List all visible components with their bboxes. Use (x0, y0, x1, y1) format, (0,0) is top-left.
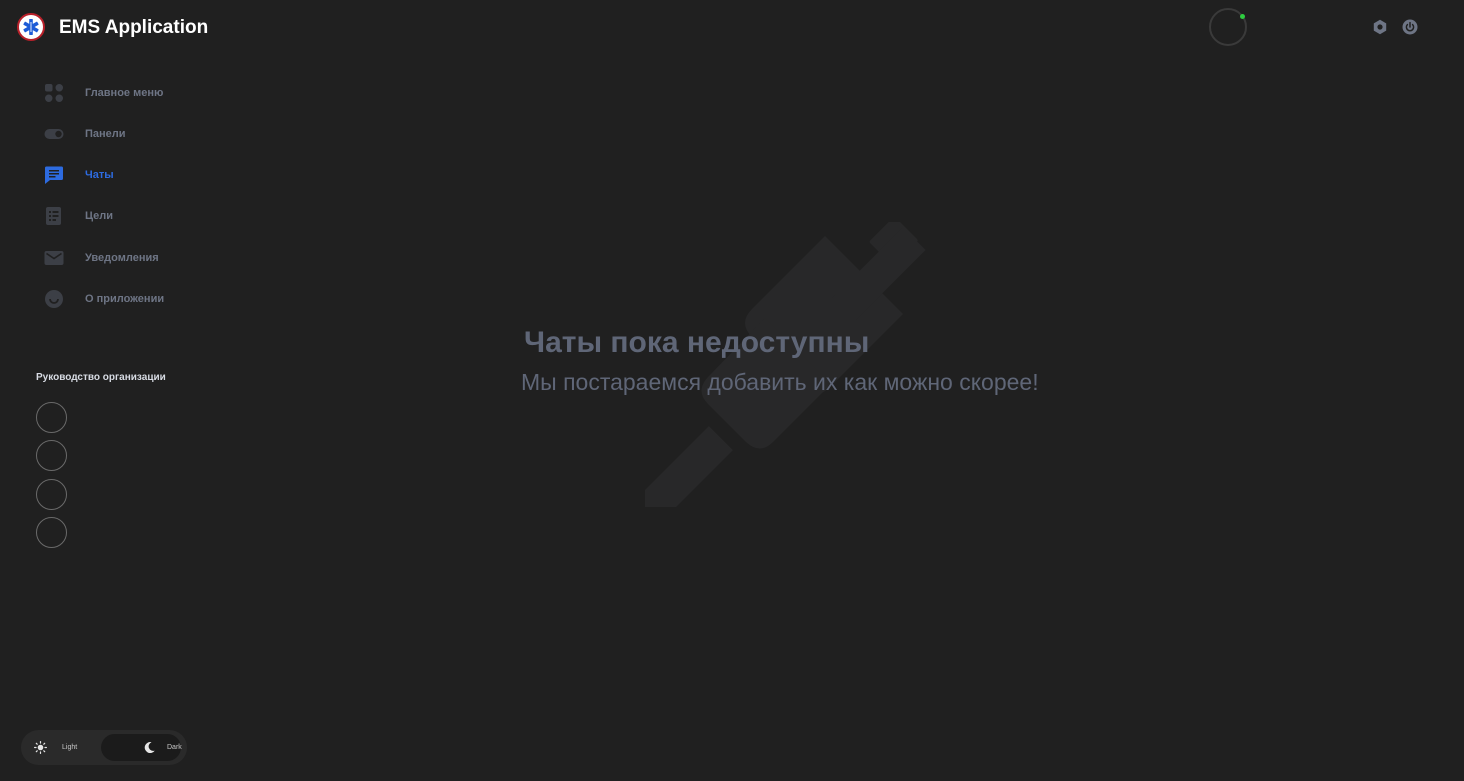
sidebar-item-label: Чаты (85, 169, 114, 181)
leader-avatar[interactable] (36, 517, 67, 548)
theme-light-label: Light (62, 744, 78, 751)
logout-button[interactable] (1402, 19, 1418, 35)
sun-icon (34, 741, 47, 754)
empty-state-title: Чаты пока недоступны (524, 326, 870, 359)
settings-icon (1373, 19, 1387, 35)
theme-dark-label: Dark (167, 744, 182, 751)
leader-avatar[interactable] (36, 479, 67, 510)
leader-avatar[interactable] (36, 440, 67, 471)
online-status-dot (1240, 14, 1245, 19)
sidebar-item-label: Главное меню (85, 87, 164, 99)
theme-toggle: Light Dark (21, 730, 187, 765)
settings-button[interactable] (1372, 19, 1388, 35)
sidebar-item-goals[interactable]: Цели (44, 205, 214, 227)
app-title: EMS Application (59, 17, 209, 38)
sidebar-item-label: Уведомления (85, 252, 159, 264)
sidebar-item-notifications[interactable]: Уведомления (44, 247, 214, 269)
theme-option-dark[interactable]: Dark (101, 734, 182, 761)
sidebar-item-chats[interactable]: Чаты (44, 164, 214, 186)
star-of-life-icon (23, 19, 39, 35)
sidebar-item-main-menu[interactable]: Главное меню (44, 82, 214, 104)
grid-icon (44, 83, 64, 103)
ems-logo[interactable] (17, 13, 45, 41)
sidebar-item-label: Панели (85, 128, 126, 140)
toggle-icon (44, 124, 64, 144)
theme-option-light[interactable]: Light (25, 734, 105, 761)
sidebar-item-label: О приложении (85, 293, 165, 305)
checklist-icon (44, 206, 64, 226)
empty-state-subtitle: Мы постараемся добавить их как можно ско… (521, 369, 1039, 395)
sidebar-item-panels[interactable]: Панели (44, 123, 214, 145)
mail-icon (44, 248, 64, 268)
unplugged-icon (645, 222, 930, 507)
power-icon (1402, 19, 1418, 35)
leadership-section-title: Руководство организации (36, 372, 166, 383)
chat-icon (44, 165, 64, 185)
leader-avatar[interactable] (36, 402, 67, 433)
sidebar-item-about[interactable]: О приложении (44, 288, 214, 310)
sidebar-item-label: Цели (85, 210, 114, 222)
app-window: EMS Application Главное меню Панели Чаты… (0, 0, 1464, 781)
moon-icon (143, 741, 156, 754)
info-icon (44, 289, 64, 309)
